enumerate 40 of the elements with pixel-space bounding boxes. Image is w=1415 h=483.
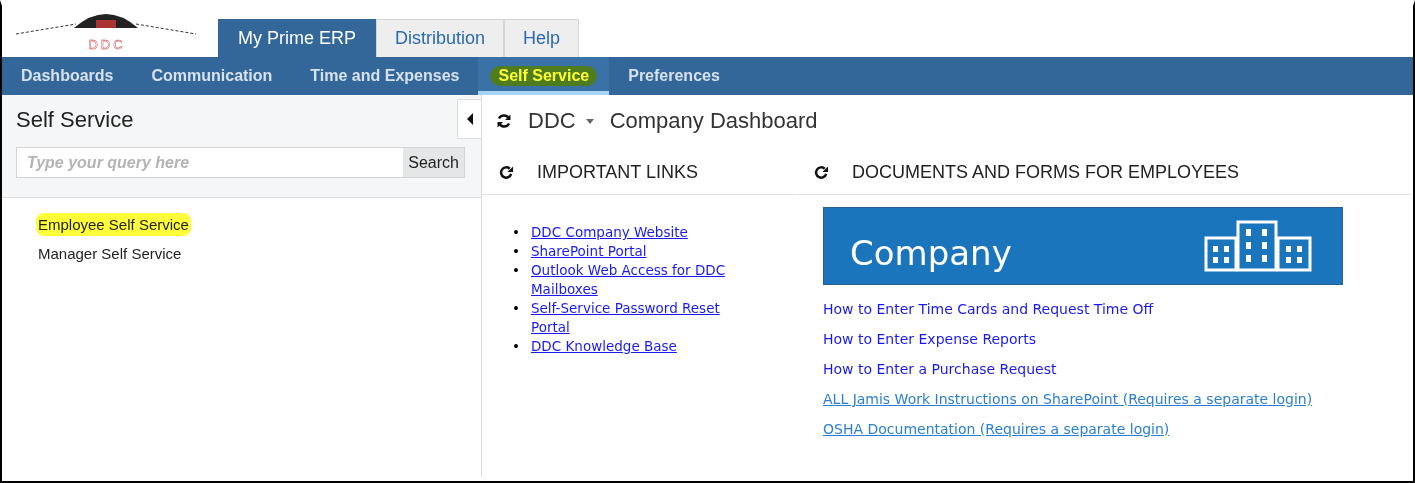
nav-item[interactable]: Communication — [132, 57, 292, 95]
search-button[interactable]: Search — [403, 148, 464, 177]
nav-item[interactable]: Time and Expenses — [291, 57, 479, 95]
module-tab[interactable]: Help — [504, 19, 580, 57]
module-tab[interactable]: My Prime ERP — [218, 19, 376, 57]
nav-item[interactable]: Preferences — [609, 57, 739, 95]
refresh-icon[interactable] — [499, 164, 514, 180]
buildings-icon — [1204, 220, 1314, 272]
menu-item[interactable]: Manager Self Service — [36, 242, 184, 265]
caret-icon[interactable] — [585, 118, 594, 124]
document-link[interactable]: ALL Jamis Work Instructions on SharePoint (Requires a separate login) — [823, 391, 1313, 407]
link[interactable]: SharePoint Portal — [530, 242, 756, 261]
section-title: IMPORTANT LINKS — [537, 161, 699, 183]
menu-item[interactable]: Employee Self Service — [36, 213, 191, 236]
section-title: DOCUMENTS AND FORMS FOR EMPLOYEES — [852, 161, 1240, 183]
nav-item[interactable]: Self Service — [478, 57, 610, 95]
bullet: • — [512, 261, 520, 280]
document-link[interactable]: How to Enter Expense Reports — [823, 331, 1037, 347]
dashboard-title: Company Dashboard — [609, 108, 818, 134]
collapse-button[interactable] — [457, 99, 481, 139]
link[interactable]: DDC Company Website — [530, 223, 756, 242]
panel-title: Self Service — [16, 107, 135, 133]
bullet: • — [512, 223, 520, 242]
banner-title: Company — [850, 233, 1012, 273]
document-link[interactable]: OSHA Documentation (Requires a separate login) — [823, 421, 1170, 437]
link[interactable]: Self-Service Password Reset Portal — [530, 299, 756, 337]
refresh-icon[interactable] — [814, 164, 829, 180]
link[interactable]: Outlook Web Access for DDC Mailboxes — [530, 261, 756, 299]
document-link[interactable]: How to Enter Time Cards and Request Time Off — [823, 301, 1154, 317]
logo-text: DDC — [88, 37, 126, 52]
bullet: • — [512, 242, 520, 261]
link[interactable]: DDC Knowledge Base — [530, 337, 756, 356]
document-link[interactable]: How to Enter a Purchase Request — [823, 361, 1057, 377]
company-selector[interactable]: DDC — [528, 108, 576, 134]
triangle-left-icon — [466, 113, 473, 125]
nav-item[interactable]: Dashboards — [2, 57, 133, 95]
bullet: • — [512, 337, 520, 356]
search-field[interactable]: Type your query here Search — [16, 147, 465, 178]
bullet: • — [512, 299, 520, 318]
module-tab[interactable]: Distribution — [376, 19, 505, 57]
